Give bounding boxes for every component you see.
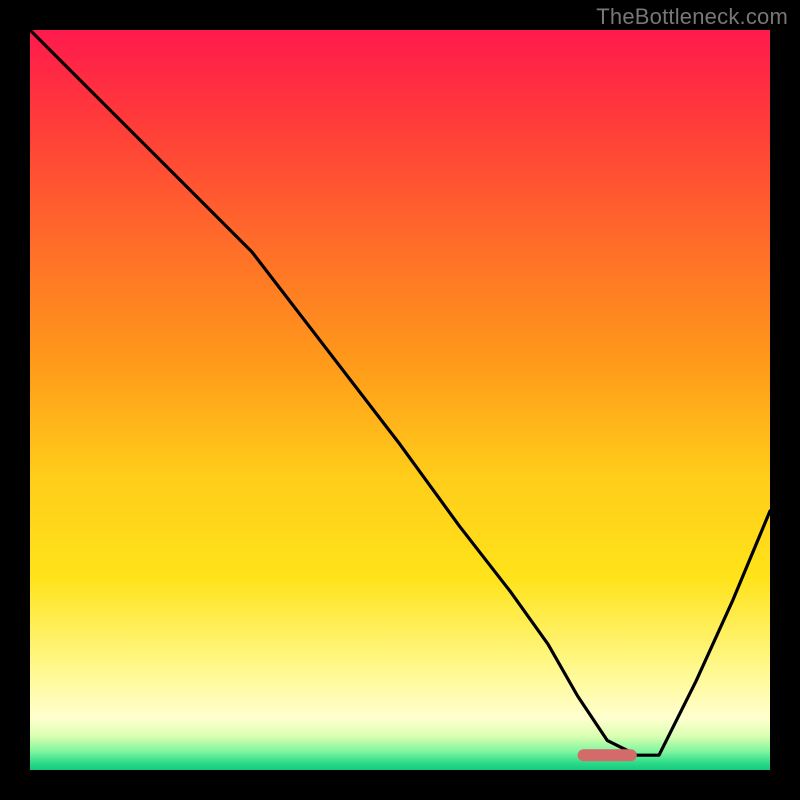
chart-container <box>30 30 770 770</box>
watermark-text: TheBottleneck.com <box>596 4 788 30</box>
chart-svg <box>30 30 770 770</box>
optimal-marker <box>578 749 637 761</box>
